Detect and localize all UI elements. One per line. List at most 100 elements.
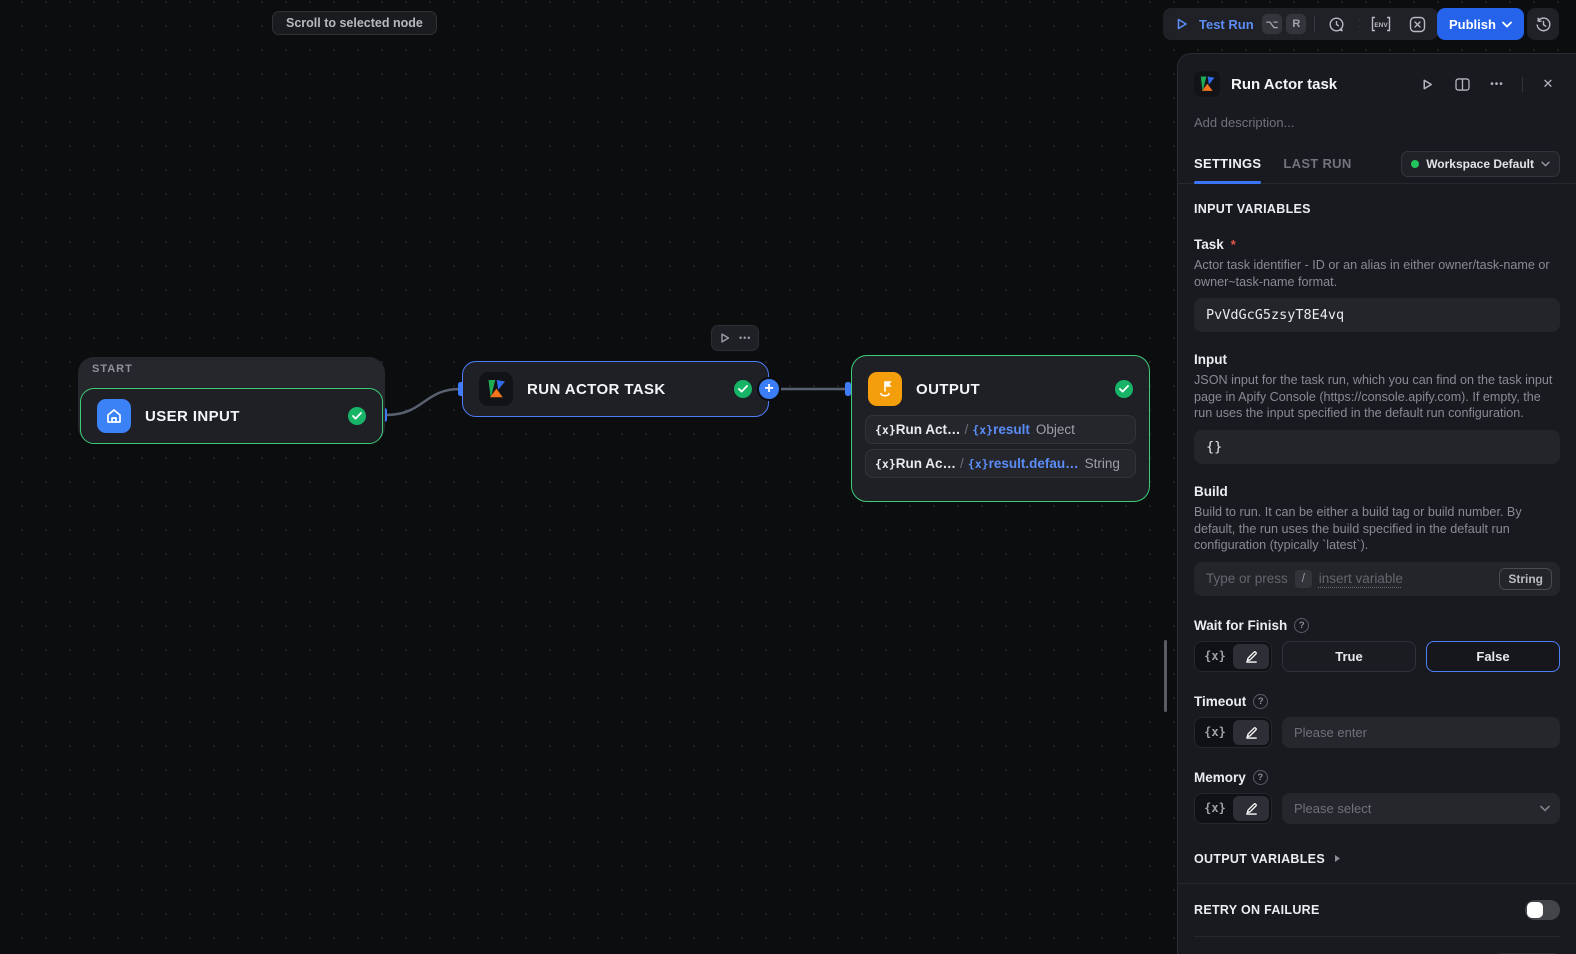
test-run-button[interactable]: Test Run: [1199, 17, 1254, 32]
string-type-badge: String: [1499, 567, 1552, 590]
history-icon: [1536, 16, 1550, 31]
shortcut-option-key: ⌥: [1261, 14, 1283, 34]
tab-last-run[interactable]: LAST RUN: [1283, 144, 1351, 183]
env-toolbar: ENV: [1360, 8, 1438, 40]
add-node-button[interactable]: +: [757, 377, 781, 401]
publish-button[interactable]: Publish: [1437, 8, 1524, 40]
panel-more-button[interactable]: •••: [1485, 72, 1509, 96]
retry-toggle[interactable]: [1525, 899, 1560, 920]
output-variable-row[interactable]: {x} Run Act… / {x} result Object: [865, 415, 1136, 444]
section-divider: [1178, 882, 1576, 884]
build-placeholder: Type or press: [1206, 571, 1288, 587]
path-separator: /: [964, 422, 969, 437]
pencil-icon: [1245, 802, 1257, 815]
wait-for-finish-label: Wait for Finish: [1194, 617, 1288, 633]
success-check-icon: [1115, 380, 1133, 398]
caret-right-icon: [1334, 855, 1340, 863]
insert-variable-link[interactable]: insert variable: [1319, 571, 1493, 586]
task-description: Actor task identifier - ID or an alias i…: [1194, 258, 1550, 289]
node-user-input[interactable]: USER INPUT: [80, 388, 383, 444]
panel-title: Run Actor task: [1231, 75, 1338, 93]
node-title: OUTPUT: [916, 380, 981, 398]
header-divider: [1522, 76, 1523, 92]
false-button[interactable]: False: [1426, 640, 1560, 672]
split-view-icon[interactable]: [1450, 72, 1474, 96]
version-history-button[interactable]: [1527, 8, 1559, 40]
build-input[interactable]: Type or press / insert variable String: [1194, 561, 1560, 596]
help-icon[interactable]: ?: [1252, 769, 1268, 785]
chevron-down-icon: [1541, 161, 1550, 167]
json-input[interactable]: [1194, 430, 1560, 465]
task-input[interactable]: [1194, 298, 1560, 333]
fx-icon: {x}: [875, 456, 896, 471]
memory-placeholder: Please select: [1294, 800, 1372, 816]
close-icon[interactable]: ✕: [1536, 72, 1560, 96]
node-run-actor-task[interactable]: RUN ACTOR TASK: [462, 361, 769, 417]
shortcut-r-key: R: [1286, 14, 1307, 34]
home-icon: [97, 399, 131, 433]
start-group-label: START: [92, 363, 133, 375]
tab-settings[interactable]: SETTINGS: [1194, 144, 1262, 184]
memory-select[interactable]: Please select: [1282, 792, 1560, 824]
panel-resize-handle[interactable]: [1164, 640, 1167, 712]
node-title: RUN ACTOR TASK: [527, 380, 666, 398]
pencil-icon: [1245, 650, 1257, 663]
task-label: Task: [1194, 237, 1224, 252]
input-mode-toggle: {x}: [1194, 716, 1272, 748]
test-run-toolbar: Test Run ⌥ R: [1163, 8, 1386, 40]
variable-type: String: [1084, 456, 1120, 471]
slash-key-badge: /: [1294, 569, 1312, 588]
variable-source: Run Ac…: [895, 456, 957, 471]
edit-mode-button[interactable]: [1233, 719, 1269, 745]
node-toolbar: •••: [711, 325, 760, 351]
panel-play-button[interactable]: [1415, 72, 1439, 96]
path-separator: /: [960, 456, 964, 471]
variable-mode-button[interactable]: {x}: [1197, 644, 1233, 669]
edit-mode-button[interactable]: [1233, 795, 1269, 821]
variable-mode-button[interactable]: {x}: [1197, 796, 1233, 821]
output-variable-row[interactable]: {x} Run Ac… / {x} result.defau… String: [865, 449, 1136, 478]
toolbar-divider: [1314, 16, 1316, 32]
variable-x-icon[interactable]: [1404, 11, 1430, 37]
fx-icon: {x}: [875, 422, 896, 437]
input-description: JSON input for the task run, which you c…: [1194, 373, 1553, 421]
true-button[interactable]: True: [1282, 640, 1416, 672]
variable-name: result: [993, 422, 1030, 437]
run-history-icon[interactable]: [1323, 11, 1349, 37]
node-settings-panel: Run Actor task ••• ✕ Add description... …: [1177, 53, 1576, 954]
apify-logo-icon: [479, 372, 513, 406]
help-icon[interactable]: ?: [1253, 693, 1269, 709]
apify-logo-icon: [1194, 71, 1220, 97]
workspace-selector[interactable]: Workspace Default: [1401, 150, 1560, 177]
fx-icon: {x}: [972, 422, 994, 437]
node-play-icon[interactable]: [719, 332, 731, 344]
test-run-play-icon[interactable]: [1169, 11, 1195, 37]
env-variables-icon[interactable]: ENV: [1368, 11, 1394, 37]
timeout-input[interactable]: [1282, 716, 1560, 748]
variable-source: Run Act…: [895, 422, 961, 437]
description-placeholder[interactable]: Add description...: [1178, 97, 1576, 130]
success-check-icon: [348, 407, 366, 425]
input-label: Input: [1194, 352, 1227, 368]
node-output[interactable]: OUTPUT {x} Run Act… / {x} result Object …: [851, 355, 1150, 502]
help-icon[interactable]: ?: [1294, 617, 1310, 633]
chevron-down-icon: [1540, 805, 1550, 812]
required-asterisk: *: [1230, 237, 1236, 252]
flag-icon: [868, 372, 902, 406]
variable-type: Object: [1035, 422, 1075, 437]
workspace-label: Workspace Default: [1426, 156, 1534, 171]
svg-text:ENV: ENV: [1374, 22, 1388, 29]
edit-mode-button[interactable]: [1233, 643, 1269, 669]
fx-icon: {x}: [967, 456, 989, 471]
success-check-icon: [734, 380, 752, 398]
node-more-icon[interactable]: •••: [739, 333, 751, 343]
build-description: Build to run. It can be either a build t…: [1194, 505, 1522, 553]
variable-name: result.defau…: [988, 456, 1079, 471]
variable-mode-button[interactable]: {x}: [1197, 720, 1233, 745]
input-mode-toggle: {x}: [1194, 792, 1272, 824]
timeout-label: Timeout: [1194, 693, 1247, 709]
output-variables-header[interactable]: OUTPUT VARIABLES: [1194, 852, 1325, 866]
scroll-to-selected-node-button[interactable]: Scroll to selected node: [272, 11, 437, 35]
workspace-status-dot: [1411, 159, 1420, 168]
input-variables-header: INPUT VARIABLES: [1194, 202, 1311, 216]
